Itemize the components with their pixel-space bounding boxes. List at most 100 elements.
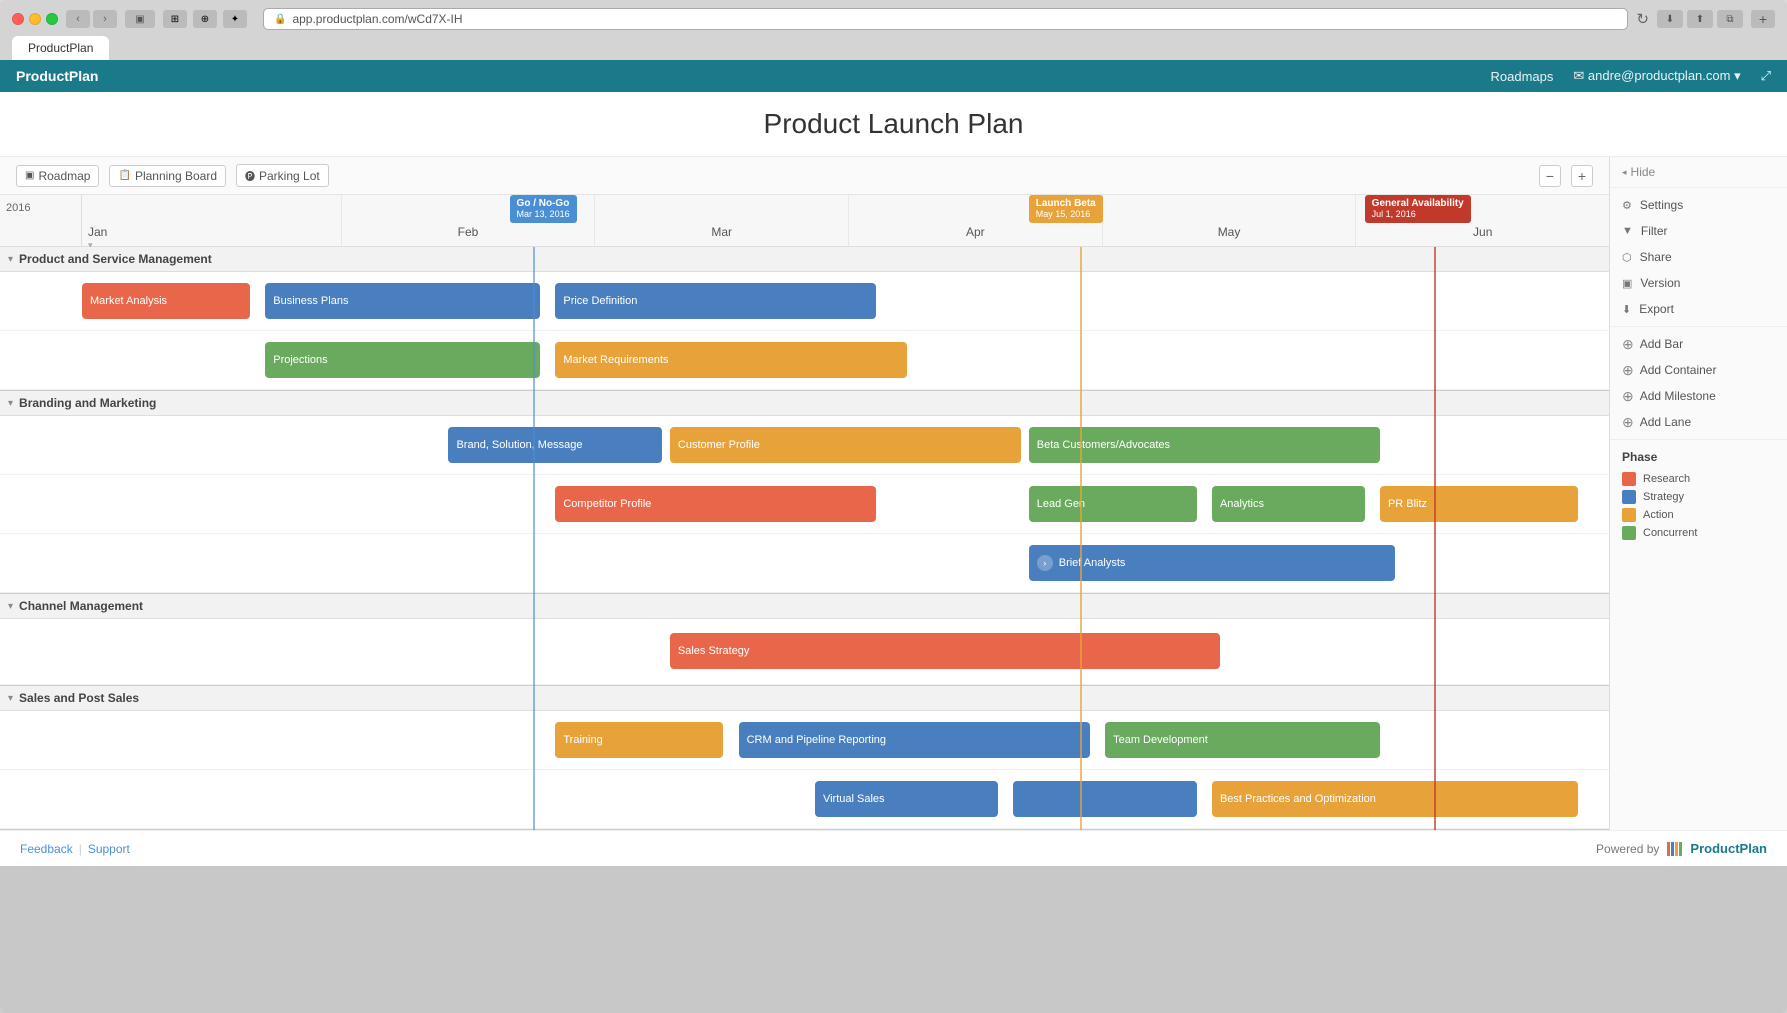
new-window-button[interactable]: ⧉ [1717, 10, 1743, 28]
sidebar-item-version[interactable]: ▣ Version [1610, 270, 1787, 296]
add-bar-icon: ⊕ [1622, 337, 1634, 351]
timeline: 2016 Jan ▾ Feb Mar Apr May Jun [0, 195, 1609, 830]
container-header-product-service[interactable]: ▾ Product and Service Management [0, 247, 1609, 272]
bar-analytics[interactable]: Analytics [1212, 486, 1365, 522]
sidebar: ◂ Hide ⚙ Settings ▼ Filter ⬡ Share [1609, 157, 1787, 830]
add-container-button[interactable]: ⊕ Add Container [1610, 357, 1787, 383]
bar-lead-gen[interactable]: Lead Gen [1029, 486, 1197, 522]
page-title: Product Launch Plan [0, 92, 1787, 157]
address-bar[interactable]: 🔒 app.productplan.com/wCd7X-IH [263, 8, 1628, 30]
add-lane-button[interactable]: ⊕ Add Lane [1610, 409, 1787, 435]
month-may: May [1103, 195, 1357, 246]
lane-branding-3: › Brief Analysts [0, 534, 1609, 593]
legend-item-research: Research [1622, 470, 1775, 488]
bar-brief-analysts[interactable]: › Brief Analysts [1029, 545, 1395, 581]
container-channel: ▾ Channel Management Sales Strategy [0, 594, 1609, 686]
bar-best-practices[interactable]: Best Practices and Optimization [1212, 781, 1578, 817]
filter-icon: ▼ [1622, 225, 1633, 237]
support-link[interactable]: Support [88, 842, 130, 856]
planning-board-tab[interactable]: 📋 Planning Board [109, 165, 226, 187]
lane-channel-1: Sales Strategy [0, 619, 1609, 685]
lane-product-1: Market Analysis Business Plans Price Def… [0, 272, 1609, 331]
container-header-channel[interactable]: ▾ Channel Management [0, 594, 1609, 619]
new-tab-button[interactable]: + [1751, 10, 1775, 28]
share-browser-button[interactable]: ⬆ [1687, 10, 1713, 28]
settings-icon: ⚙ [1622, 199, 1632, 212]
bar-crm-pipeline[interactable]: CRM and Pipeline Reporting [739, 722, 1090, 758]
legend-item-strategy: Strategy [1622, 488, 1775, 506]
download-button[interactable]: ⬇ [1657, 10, 1683, 28]
ext-icon-3[interactable]: ✦ [223, 10, 247, 28]
add-milestone-icon: ⊕ [1622, 389, 1634, 403]
bar-pr-blitz[interactable]: PR Blitz [1380, 486, 1579, 522]
container-header-branding[interactable]: ▾ Branding and Marketing [0, 391, 1609, 416]
add-milestone-button[interactable]: ⊕ Add Milestone [1610, 383, 1787, 409]
traffic-light-red[interactable] [12, 13, 24, 25]
nav-forward-button[interactable]: › [93, 10, 117, 28]
bar-business-plans[interactable]: Business Plans [265, 283, 540, 319]
year-label: 2016 [6, 202, 30, 214]
user-menu[interactable]: ✉ andre@productplan.com ▾ [1573, 68, 1740, 84]
zoom-out-button[interactable]: − [1539, 165, 1561, 187]
legend-item-concurrent: Concurrent [1622, 524, 1775, 542]
bar-projections[interactable]: Projections [265, 342, 540, 378]
roadmap-tab[interactable]: ▣ Roadmap [16, 165, 99, 187]
sidebar-item-filter[interactable]: ▼ Filter [1610, 218, 1787, 244]
fullscreen-button[interactable]: ⤢ [1761, 68, 1771, 84]
milestone-general-availability: General AvailabilityJul 1, 2016 [1365, 195, 1471, 223]
bar-market-analysis[interactable]: Market Analysis [82, 283, 250, 319]
bar-price-definition[interactable]: Price Definition [555, 283, 876, 319]
browser-tab[interactable]: ProductPlan [12, 36, 109, 60]
roadmaps-link[interactable]: Roadmaps [1491, 69, 1554, 84]
chevron-branding[interactable]: ▾ [8, 398, 13, 409]
zoom-in-button[interactable]: + [1571, 165, 1593, 187]
window-view-button[interactable]: ▣ [125, 10, 155, 28]
bar-competitor-profile[interactable]: Competitor Profile [555, 486, 876, 522]
url-text: app.productplan.com/wCd7X-IH [292, 12, 462, 26]
bar-virtual-sales[interactable]: Virtual Sales [815, 781, 998, 817]
legend: Phase Research Strategy Action [1610, 440, 1787, 552]
chevron-channel[interactable]: ▾ [8, 601, 13, 612]
add-lane-icon: ⊕ [1622, 415, 1634, 429]
lane-product-2: Projections Market Requirements [0, 331, 1609, 390]
bar-brand-solution-message[interactable]: Brand, Solution, Message [448, 427, 662, 463]
ext-icon-1[interactable]: ⊞ [163, 10, 187, 28]
parking-lot-tab[interactable]: 🅟 Parking Lot [236, 164, 329, 187]
chevron-product-service[interactable]: ▾ [8, 254, 13, 265]
container-header-sales[interactable]: ▾ Sales and Post Sales [0, 686, 1609, 711]
reload-button[interactable]: ↻ [1636, 10, 1649, 28]
container-label-channel: Channel Management [19, 599, 143, 613]
milestone-gonogo: Go / No-GoMar 13, 2016 [510, 195, 577, 223]
bar-training[interactable]: Training [555, 722, 723, 758]
bar-unnamed-strategy[interactable] [1013, 781, 1196, 817]
container-product-service: ▾ Product and Service Management Market … [0, 247, 1609, 391]
traffic-light-yellow[interactable] [29, 13, 41, 25]
add-bar-button[interactable]: ⊕ Add Bar [1610, 331, 1787, 357]
chevron-sales[interactable]: ▾ [8, 693, 13, 704]
hide-sidebar-button[interactable]: ◂ Hide [1610, 157, 1787, 188]
version-icon: ▣ [1622, 277, 1632, 290]
share-icon: ⬡ [1622, 251, 1632, 264]
bar-sales-strategy[interactable]: Sales Strategy [670, 633, 1220, 669]
add-container-icon: ⊕ [1622, 363, 1634, 377]
feedback-link[interactable]: Feedback [20, 842, 73, 856]
bar-team-development[interactable]: Team Development [1105, 722, 1380, 758]
bar-customer-profile[interactable]: Customer Profile [670, 427, 1021, 463]
bar-beta-customers[interactable]: Beta Customers/Advocates [1029, 427, 1380, 463]
sidebar-item-share[interactable]: ⬡ Share [1610, 244, 1787, 270]
sidebar-item-settings[interactable]: ⚙ Settings [1610, 192, 1787, 218]
lane-sales-2: Virtual Sales Best Practices and Optimiz… [0, 770, 1609, 829]
month-mar: Mar [595, 195, 849, 246]
brand-logo: ProductPlan [16, 68, 98, 84]
sidebar-item-export[interactable]: ⬇ Export [1610, 296, 1787, 322]
traffic-light-green[interactable] [46, 13, 58, 25]
bar-market-requirements[interactable]: Market Requirements [555, 342, 906, 378]
legend-title: Phase [1622, 450, 1775, 464]
container-label-sales: Sales and Post Sales [19, 691, 139, 705]
nav-back-button[interactable]: ‹ [66, 10, 90, 28]
powered-by: Powered by ProductPlan [1596, 841, 1767, 856]
container-label-branding: Branding and Marketing [19, 396, 156, 410]
lane-branding-1: Brand, Solution, Message Customer Profil… [0, 416, 1609, 475]
export-icon: ⬇ [1622, 303, 1631, 316]
ext-icon-2[interactable]: ⊕ [193, 10, 217, 28]
